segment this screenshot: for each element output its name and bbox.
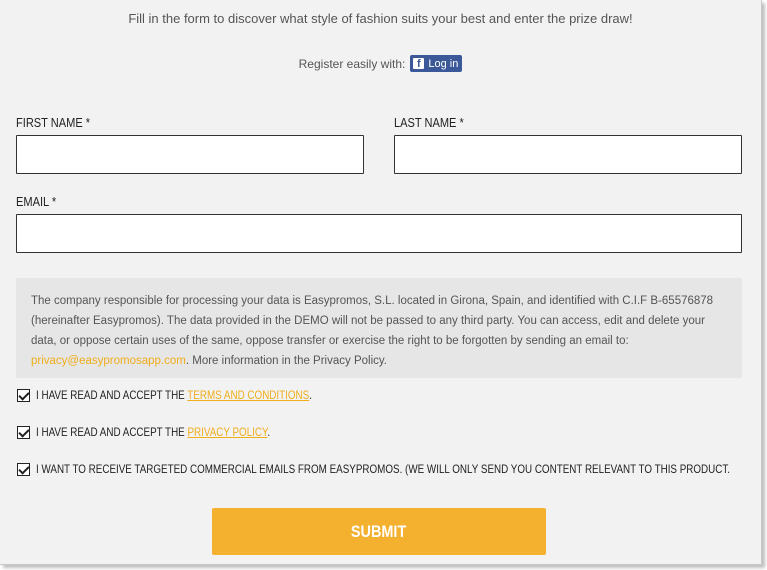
terms-text: I HAVE READ AND ACCEPT THE TERMS AND CON… <box>36 388 312 402</box>
email-label: EMAIL * <box>16 194 57 209</box>
submit-button[interactable]: SUBMIT <box>212 508 546 555</box>
terms-suffix: . <box>309 388 312 402</box>
privacy-policy-link[interactable]: PRIVACY POLICY <box>187 425 267 439</box>
terms-checkbox-row: I HAVE READ AND ACCEPT THE TERMS AND CON… <box>17 388 373 402</box>
email-input[interactable] <box>16 214 742 253</box>
marketing-text: I WANT TO RECEIVE TARGETED COMMERCIAL EM… <box>36 462 731 476</box>
privacy-policy-text: I HAVE READ AND ACCEPT THE PRIVACY POLIC… <box>36 425 270 439</box>
privacy-checkbox[interactable] <box>17 425 30 439</box>
marketing-checkbox[interactable] <box>17 462 30 476</box>
privacy-email-link[interactable]: privacy@easypromosapp.com <box>31 355 186 367</box>
privacy-more-info: . More information in the Privacy Policy… <box>185 355 387 367</box>
terms-prefix: I HAVE READ AND ACCEPT THE <box>36 388 188 402</box>
privacy-checkbox-row: I HAVE READ AND ACCEPT THE PRIVACY POLIC… <box>17 425 321 439</box>
last-name-label: LAST NAME * <box>394 115 464 130</box>
submit-label: SUBMIT <box>351 521 407 541</box>
first-name-label: FIRST NAME * <box>16 115 91 130</box>
terms-link[interactable]: TERMS AND CONDITIONS <box>187 388 309 402</box>
terms-checkbox[interactable] <box>17 388 30 402</box>
intro-text: Fill in the form to discover what style … <box>128 11 633 26</box>
privacy-suffix: . <box>267 425 271 439</box>
form-frame: Fill in the form to discover what style … <box>0 0 762 565</box>
privacy-text: The company responsible for processing y… <box>31 295 714 347</box>
first-name-input[interactable] <box>16 135 364 174</box>
facebook-icon: f <box>413 58 425 70</box>
register-label: Register easily with: <box>298 56 406 71</box>
register-row: Register easily with: f Log in <box>0 55 761 72</box>
last-name-input[interactable] <box>394 135 742 174</box>
facebook-login-label: Log in <box>428 57 459 70</box>
privacy-prefix: I HAVE READ AND ACCEPT THE <box>36 425 188 439</box>
privacy-notice: The company responsible for processing y… <box>16 278 742 378</box>
marketing-checkbox-row: I WANT TO RECEIVE TARGETED COMMERCIAL EM… <box>17 462 761 476</box>
facebook-login-button[interactable]: f Log in <box>410 55 463 72</box>
